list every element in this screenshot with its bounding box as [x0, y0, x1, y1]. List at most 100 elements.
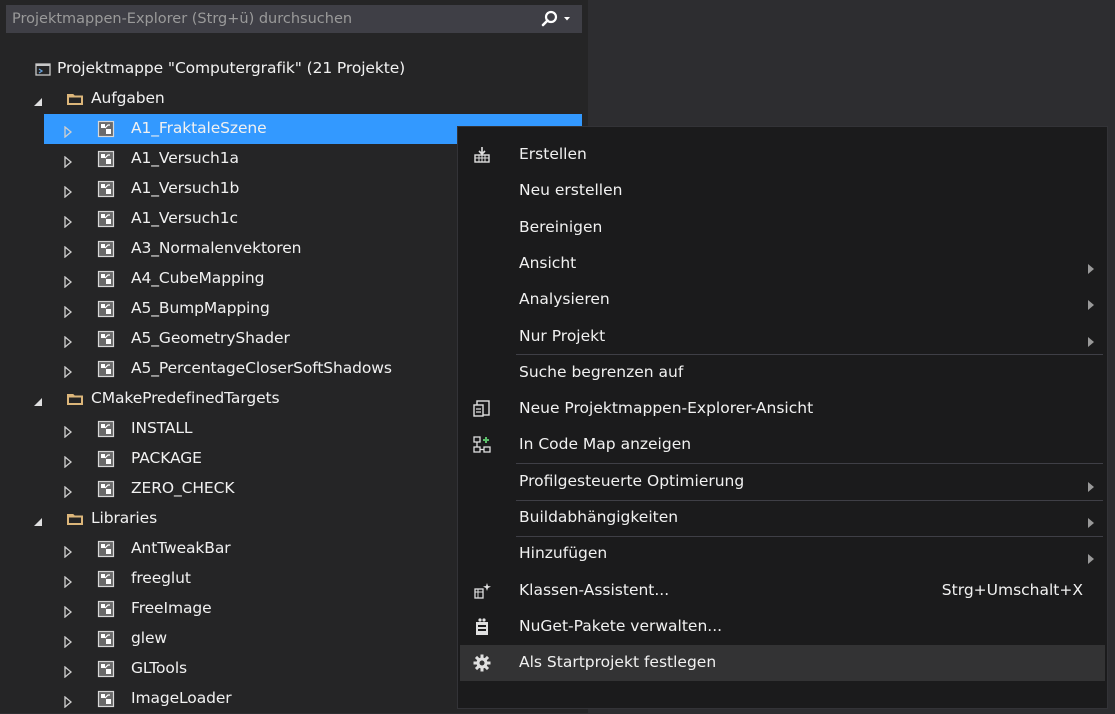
project-icon [97, 690, 115, 708]
project-icon [97, 330, 115, 348]
nuget-icon [472, 617, 492, 637]
tree-node-label: glew [131, 629, 167, 647]
tree-node-label: INSTALL [131, 419, 193, 437]
tree-node-label: A1_Versuch1a [131, 149, 239, 167]
collapse-arrow-icon[interactable] [62, 123, 74, 139]
collapse-arrow-icon[interactable] [62, 243, 74, 259]
menu-item-label: Neue Projektmappen-Explorer-Ansicht [519, 399, 814, 418]
project-icon [97, 240, 115, 258]
menu-item-label: Suche begrenzen auf [519, 362, 684, 381]
build-icon [472, 145, 492, 165]
tree-node-label: A1_Versuch1c [131, 209, 238, 227]
project-icon [97, 570, 115, 588]
collapse-arrow-icon[interactable] [62, 213, 74, 229]
collapse-arrow-icon[interactable] [62, 333, 74, 349]
new-explorer-view-icon [472, 399, 492, 419]
menu-item-label: Nur Projekt [519, 326, 606, 345]
tree-node-label: A1_Versuch1b [131, 179, 240, 197]
menu-item-ansicht[interactable]: Ansicht [460, 246, 1105, 282]
menu-item-label: NuGet-Pakete verwalten... [519, 616, 723, 635]
tree-solution-node[interactable]: Projektmappe "Computergrafik" (21 Projek… [0, 54, 582, 84]
project-icon [97, 120, 115, 138]
menu-item-in-code-map-anzeigen[interactable]: In Code Map anzeigen [460, 427, 1105, 463]
project-icon [97, 540, 115, 558]
project-icon [97, 660, 115, 678]
project-icon [97, 420, 115, 438]
menu-item-bereinigen[interactable]: Bereinigen [460, 210, 1105, 246]
tree-node-label: GLTools [131, 659, 187, 677]
project-icon [97, 150, 115, 168]
collapse-arrow-icon[interactable] [62, 543, 74, 559]
collapse-arrow-icon[interactable] [62, 363, 74, 379]
menu-item-analysieren[interactable]: Analysieren [460, 282, 1105, 318]
project-icon [97, 180, 115, 198]
submenu-arrow-icon [1087, 549, 1095, 565]
menu-item-suche-begrenzen-auf[interactable]: Suche begrenzen auf [460, 355, 1105, 391]
tree-node-label: AntTweakBar [131, 539, 231, 557]
menu-item-label: Ansicht [519, 253, 577, 272]
menu-item-label: Als Startprojekt festlegen [519, 653, 717, 672]
expand-arrow-icon[interactable] [32, 393, 44, 406]
menu-item-label: Hinzufügen [519, 544, 608, 563]
tree-node-label: A3_Normalenvektoren [131, 239, 302, 257]
tree-node-label: ZERO_CHECK [131, 479, 235, 497]
menu-item-label: Neu erstellen [519, 181, 623, 200]
collapse-arrow-icon[interactable] [62, 303, 74, 319]
menu-item-als-startprojekt-festlegen[interactable]: Als Startprojekt festlegen [460, 645, 1105, 682]
tree-node-label: PACKAGE [131, 449, 202, 467]
menu-item-label: Buildabhängigkeiten [519, 508, 679, 526]
menu-item-label: In Code Map anzeigen [519, 435, 692, 454]
menu-item-label: Klassen-Assistent... [519, 580, 670, 599]
tree-node-label: A4_CubeMapping [131, 269, 265, 287]
collapse-arrow-icon[interactable] [62, 483, 74, 499]
search-icon[interactable] [538, 8, 578, 30]
menu-item-erstellen[interactable]: Erstellen [460, 137, 1105, 173]
menu-item-buildabhängigkeiten[interactable]: Buildabhängigkeiten [460, 500, 1105, 536]
collapse-arrow-icon[interactable] [62, 273, 74, 289]
menu-item-label: Erstellen [519, 145, 587, 163]
collapse-arrow-icon[interactable] [62, 453, 74, 469]
project-icon [97, 210, 115, 228]
menu-item-nur-projekt[interactable]: Nur Projekt [460, 319, 1105, 355]
tree-node-label: A5_BumpMapping [131, 299, 270, 317]
menu-item-neu-erstellen[interactable]: Neu erstellen [460, 173, 1105, 209]
code-map-icon [472, 435, 492, 455]
menu-item-profilgesteuerte-optimierung[interactable]: Profilgesteuerte Optimierung [460, 464, 1105, 500]
class-wizard-icon [472, 581, 492, 601]
gear-icon [472, 653, 492, 673]
project-icon [97, 270, 115, 288]
menu-item-hinzufügen[interactable]: Hinzufügen [460, 536, 1105, 572]
tree-node-label: Projektmappe "Computergrafik" (21 Projek… [57, 59, 406, 77]
expand-arrow-icon[interactable] [32, 513, 44, 526]
project-icon [97, 360, 115, 378]
project-icon [97, 600, 115, 618]
collapse-arrow-icon[interactable] [62, 183, 74, 199]
tree-node-label: freeglut [131, 569, 191, 587]
collapse-arrow-icon[interactable] [62, 663, 74, 679]
submenu-arrow-icon [1087, 477, 1095, 492]
tree-folder-node[interactable]: Aufgaben [0, 84, 582, 114]
menu-item-label: Profilgesteuerte Optimierung [519, 471, 745, 490]
folder-icon [66, 90, 84, 108]
search-input[interactable] [6, 5, 526, 33]
menu-item-label: Bereinigen [519, 217, 603, 236]
project-icon [97, 450, 115, 468]
menu-item-label: Analysieren [519, 290, 610, 309]
menu-item-neue-projektmappen-explorer-ansicht[interactable]: Neue Projektmappen-Explorer-Ansicht [460, 391, 1105, 427]
collapse-arrow-icon[interactable] [62, 153, 74, 169]
submenu-arrow-icon [1087, 332, 1095, 347]
collapse-arrow-icon[interactable] [62, 693, 74, 709]
menu-item-klassen-assistent[interactable]: Klassen-Assistent... Strg+Umschalt+X [460, 573, 1105, 609]
tree-node-label: FreeImage [131, 599, 212, 617]
expand-arrow-icon[interactable] [32, 93, 44, 106]
collapse-arrow-icon[interactable] [62, 423, 74, 439]
submenu-arrow-icon [1087, 513, 1095, 528]
collapse-arrow-icon[interactable] [62, 573, 74, 589]
tree-node-label: A5_GeometryShader [131, 329, 290, 347]
tree-node-label: Libraries [91, 509, 158, 527]
project-icon [97, 300, 115, 318]
collapse-arrow-icon[interactable] [62, 633, 74, 649]
search-box [6, 5, 582, 33]
menu-item-nuget-pakete-verwalten[interactable]: NuGet-Pakete verwalten... [460, 609, 1105, 645]
collapse-arrow-icon[interactable] [62, 603, 74, 619]
